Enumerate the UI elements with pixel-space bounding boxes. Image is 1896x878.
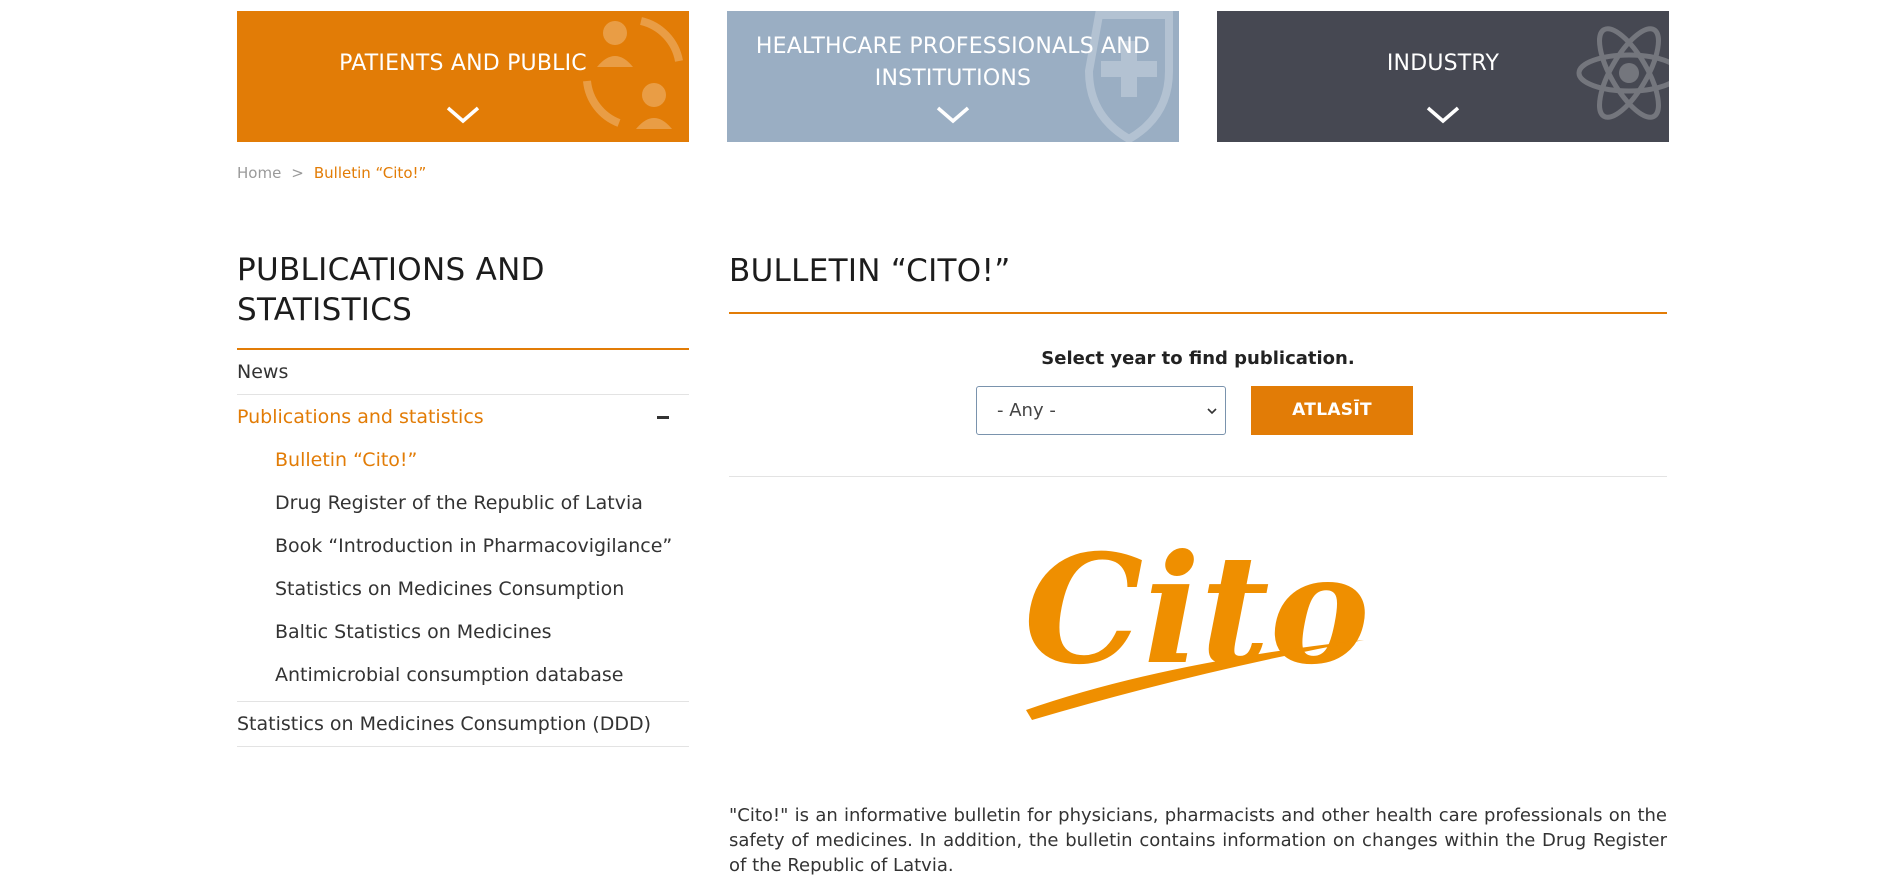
sidebar-item-ddd-statistics[interactable]: Statistics on Medicines Consumption (DDD…	[237, 702, 689, 747]
subnav-item-bulletin-cito[interactable]: Bulletin “Cito!”	[237, 439, 689, 482]
chevron-down-icon	[446, 106, 480, 124]
chevron-down-icon	[936, 106, 970, 124]
year-select-value: - Any -	[997, 400, 1056, 421]
subnav-item-medicines-consumption[interactable]: Statistics on Medicines Consumption	[237, 568, 689, 611]
tile-hcp-label-line1: HEALTHCARE PROFESSIONALS AND	[755, 34, 1151, 59]
subnav-item-baltic-statistics[interactable]: Baltic Statistics on Medicines	[237, 611, 689, 654]
cito-logo: Cito!	[1024, 522, 1374, 720]
subnav-item-pharmacovigilance-book[interactable]: Book “Introduction in Pharmacovigilance”	[237, 525, 689, 568]
tile-healthcare-professionals[interactable]: HEALTHCARE PROFESSIONALS AND INSTITUTION…	[727, 11, 1179, 142]
year-filter: Select year to find publication. - Any -…	[729, 348, 1667, 477]
sidebar: PUBLICATIONS AND STATISTICS News Publica…	[237, 250, 689, 747]
subnav-item-drug-register[interactable]: Drug Register of the Republic of Latvia	[237, 482, 689, 525]
sidebar-item-news[interactable]: News	[237, 350, 689, 395]
tile-industry-label: INDUSTRY	[1386, 51, 1500, 76]
tile-patients-label: PATIENTS AND PUBLIC	[339, 51, 587, 76]
sidebar-item-label: Publications and statistics	[237, 406, 484, 428]
sidebar-title: PUBLICATIONS AND STATISTICS	[237, 250, 689, 350]
filter-label: Select year to find publication.	[1041, 348, 1355, 369]
breadcrumb: Home > Bulletin “Cito!”	[237, 164, 426, 182]
sidebar-subnav: Bulletin “Cito!” Drug Register of the Re…	[237, 439, 689, 702]
audience-tiles: PATIENTS AND PUBLIC HEALTHCARE PROFESSIO…	[237, 11, 1669, 142]
year-select[interactable]: - Any -	[976, 386, 1226, 435]
page: PATIENTS AND PUBLIC HEALTHCARE PROFESSIO…	[0, 0, 1896, 876]
chevron-down-icon	[1426, 106, 1460, 124]
main-content: BULLETIN “CITO!” Select year to find pub…	[729, 250, 1667, 876]
breadcrumb-home-link[interactable]: Home	[237, 164, 281, 182]
tile-hcp-label-line2: INSTITUTIONS	[874, 66, 1032, 91]
page-title: BULLETIN “CITO!”	[729, 250, 1667, 314]
breadcrumb-current: Bulletin “Cito!”	[313, 164, 427, 182]
submit-button[interactable]: ATLASĪT	[1251, 386, 1413, 435]
collapse-minus-icon[interactable]	[657, 416, 669, 419]
chevron-down-icon	[1207, 408, 1217, 415]
tile-patients-and-public[interactable]: PATIENTS AND PUBLIC	[237, 11, 689, 142]
subnav-item-antimicrobial-database[interactable]: Antimicrobial consumption database	[237, 654, 689, 697]
breadcrumb-separator: >	[291, 164, 304, 182]
tile-industry[interactable]: INDUSTRY	[1217, 11, 1669, 142]
sidebar-item-publications-and-statistics[interactable]: Publications and statistics	[237, 395, 689, 439]
bulletin-description: "Cito!" is an informative bulletin for p…	[729, 805, 1667, 876]
